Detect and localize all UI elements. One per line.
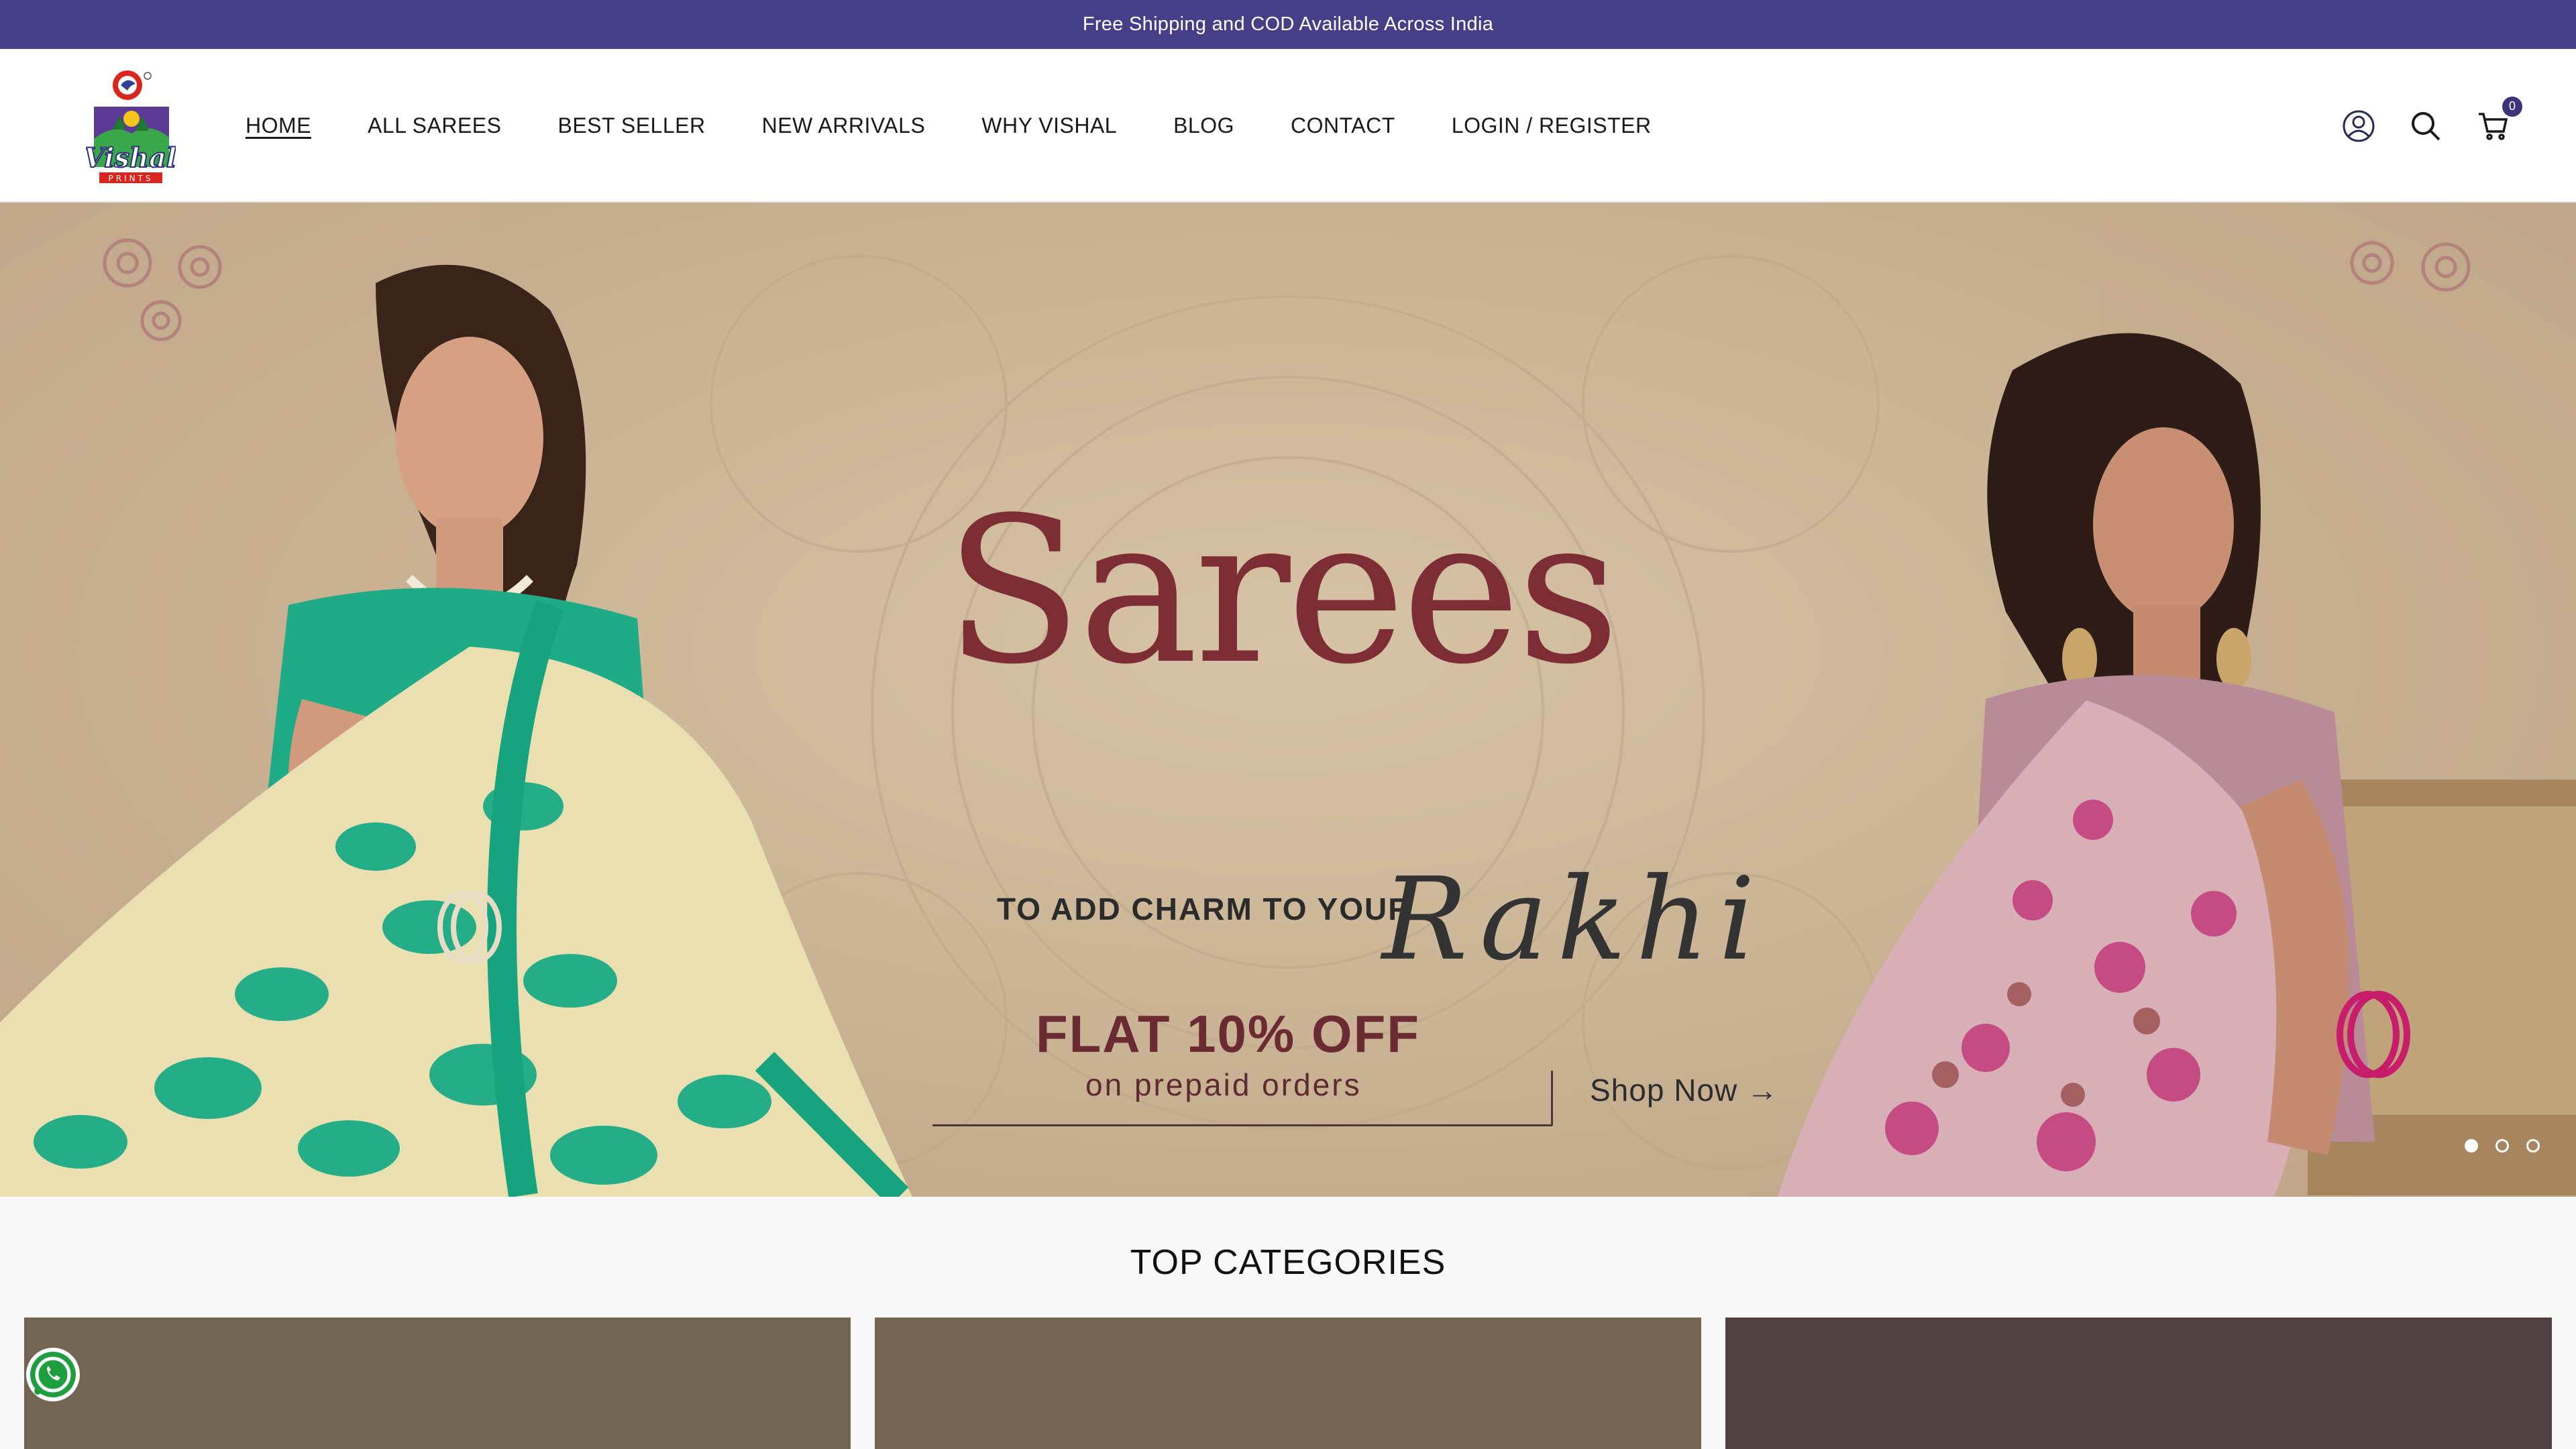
cart-count-badge: 0 <box>2502 96 2522 117</box>
hero-tagline: TO ADD CHARM TO YOUR <box>997 892 1412 926</box>
whatsapp-icon[interactable] <box>24 1346 82 1403</box>
announcement-text: Free Shipping and COD Available Across I… <box>1082 13 1494 35</box>
nav-contact[interactable]: CONTACT <box>1291 113 1395 138</box>
announcement-bar: Free Shipping and COD Available Across I… <box>0 0 2576 49</box>
category-card[interactable] <box>24 1318 851 1449</box>
slider-dots <box>2465 1139 2540 1152</box>
brand-wordmark: Vishal <box>86 142 176 174</box>
search-icon[interactable] <box>2408 109 2443 144</box>
hero-script-word: Rakhi <box>1382 853 1765 986</box>
slider-dot-1[interactable] <box>2465 1139 2478 1152</box>
user-icon[interactable] <box>2341 109 2376 144</box>
nav-all-sarees[interactable]: ALL SAREES <box>368 113 501 138</box>
offer-title: FLAT 10% OFF <box>1036 1004 1420 1063</box>
nav-best-seller[interactable]: BEST SELLER <box>557 113 705 138</box>
nav-why-vishal[interactable]: WHY VISHAL <box>981 113 1117 138</box>
cart-icon[interactable]: 0 <box>2475 96 2522 144</box>
hero-banner[interactable]: Sarees TO ADD CHARM TO YOUR Rakhi FLAT 1… <box>0 203 2576 1197</box>
offer-subtitle: on prepaid orders <box>1085 1067 1362 1102</box>
brand-sub: PRINTS <box>108 174 153 183</box>
offer-underline <box>932 1124 1552 1126</box>
main-nav: HOME ALL SAREES BEST SELLER NEW ARRIVALS… <box>246 49 1652 203</box>
nav-blog[interactable]: BLOG <box>1173 113 1234 138</box>
offer-divider <box>1551 1071 1553 1126</box>
category-card[interactable] <box>1725 1318 2552 1449</box>
category-card[interactable] <box>875 1318 1701 1449</box>
brand-logo[interactable]: Vishal PRINTS <box>83 65 177 187</box>
shop-now-link[interactable]: Shop Now → <box>1590 1072 1778 1108</box>
slider-dot-2[interactable] <box>2496 1139 2509 1152</box>
nav-login-register[interactable]: LOGIN / REGISTER <box>1452 113 1652 138</box>
nav-home[interactable]: HOME <box>246 113 311 138</box>
header-actions: 0 <box>2341 49 2522 203</box>
site-header: Vishal PRINTS HOME ALL SAREES BEST SELLE… <box>0 49 2576 203</box>
slider-dot-3[interactable] <box>2526 1139 2540 1152</box>
nav-new-arrivals[interactable]: NEW ARRIVALS <box>762 113 926 138</box>
top-categories-title: TOP CATEGORIES <box>1130 1243 1446 1282</box>
hero-title: Sarees <box>945 474 1620 708</box>
hero-copy: Sarees TO ADD CHARM TO YOUR Rakhi FLAT 1… <box>932 474 1818 1126</box>
